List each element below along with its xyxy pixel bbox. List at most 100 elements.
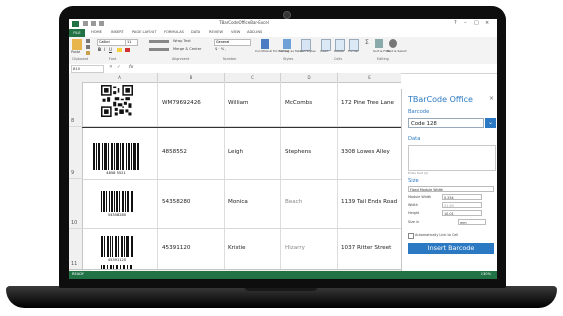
linear-barcode[interactable]: 45391120 [101, 236, 133, 262]
minimize-button[interactable]: – [464, 20, 467, 26]
cell-address[interactable]: 1139 Tail Ends Road [341, 199, 397, 205]
underline-icon[interactable]: U [109, 47, 112, 52]
pane-close-icon[interactable]: × [489, 95, 494, 102]
barcode-type-dropdown-icon[interactable]: ⌄ [485, 118, 496, 128]
barcode-data-input[interactable] [408, 145, 496, 171]
row-header[interactable]: 11 [69, 229, 83, 269]
redo-icon[interactable] [99, 21, 104, 26]
delete-cells-label: Delete [334, 49, 344, 53]
currency-icon[interactable]: $ · % , [215, 47, 226, 51]
insert-cells-label: Insert [320, 49, 329, 53]
cut-icon[interactable] [86, 39, 90, 43]
status-ready: READY [72, 272, 84, 276]
maximize-button[interactable]: □ [474, 20, 479, 26]
wrap-text-button[interactable]: Wrap Text [173, 39, 191, 43]
cell-last-name[interactable]: Hizarry [285, 245, 305, 251]
enter-icon[interactable]: ✓ [117, 65, 121, 70]
autosum-icon[interactable]: Σ [365, 39, 369, 46]
tab-add-ins[interactable]: ADD-INS [247, 30, 262, 34]
cell-address[interactable]: 1037 Ritter Street [341, 245, 391, 251]
linear-barcode[interactable]: 4858 5521 [93, 143, 139, 175]
font-name-select[interactable]: Calibri [97, 39, 126, 46]
tab-home[interactable]: HOME [91, 30, 102, 34]
data-hint: Enter text (2) [408, 171, 429, 175]
cell-code[interactable]: WM79692426 [162, 100, 201, 106]
group-clipboard-label: Clipboard [72, 57, 89, 61]
ribbon-tabs: FILE HOME INSERT PAGE LAYOUT FORMULAS DA… [69, 29, 497, 37]
cell-last-name[interactable]: McCombs [285, 100, 312, 106]
cell-first-name[interactable]: Kristie [228, 245, 246, 251]
italic-icon[interactable]: I [104, 47, 105, 52]
row-header[interactable]: 9 [69, 127, 83, 179]
pane-title: TBarCode Office [408, 95, 473, 104]
paste-icon[interactable] [72, 39, 82, 50]
cell-first-name[interactable]: Monica [228, 199, 248, 205]
height-input[interactable]: 10.01 [442, 210, 482, 216]
help-button[interactable]: ? [454, 20, 457, 26]
conditional-formatting-icon[interactable] [261, 39, 269, 49]
undo-icon[interactable] [91, 21, 96, 26]
close-button[interactable]: × [485, 20, 489, 26]
bold-icon[interactable]: B [98, 47, 101, 52]
align-left-icon[interactable] [149, 48, 169, 51]
tab-review[interactable]: REVIEW [209, 30, 223, 34]
width-input[interactable]: 21.59 [442, 202, 482, 208]
qr-code-barcode[interactable] [101, 85, 133, 117]
paste-label: Paste [71, 50, 81, 54]
size-mode-select[interactable]: Fixed Module Width [408, 186, 494, 192]
linear-barcode[interactable]: 54358280 [101, 191, 133, 217]
align-top-icon[interactable] [149, 40, 169, 43]
sort-filter-icon[interactable] [375, 39, 383, 48]
row-header[interactable]: 10 [69, 179, 83, 229]
tab-file[interactable]: FILE [69, 29, 85, 37]
link-to-cell-checkbox[interactable] [408, 233, 414, 239]
cell-last-name[interactable]: Beach [285, 199, 302, 205]
excel-logo-icon [72, 21, 79, 27]
cell-address[interactable]: 172 Pine Tree Lane [341, 100, 394, 106]
tab-formulas[interactable]: FORMULAS [164, 30, 184, 34]
insert-barcode-button[interactable]: Insert Barcode [408, 243, 494, 254]
format-as-table-icon[interactable] [283, 39, 291, 49]
font-color-icon[interactable] [125, 48, 130, 52]
zoom-level[interactable]: 130% [481, 272, 491, 276]
format-painter-icon[interactable] [86, 51, 90, 55]
copy-icon[interactable] [86, 45, 90, 49]
cell-first-name[interactable]: William [228, 100, 249, 106]
tab-page-layout[interactable]: PAGE LAYOUT [132, 30, 156, 34]
cell-code[interactable]: 45391120 [162, 245, 190, 251]
cell-last-name[interactable]: Stephens [285, 149, 311, 155]
cell-styles-label: Cell Styles [300, 49, 316, 53]
tab-view[interactable]: VIEW [231, 30, 240, 34]
cell-code[interactable]: 4858552 [162, 149, 187, 155]
tab-data[interactable]: DATA [191, 30, 200, 34]
cell-code[interactable]: 54358280 [162, 199, 190, 205]
cancel-icon[interactable]: ✕ [109, 65, 113, 70]
group-editing-label: Editing [377, 57, 389, 61]
width-label: Width [408, 203, 418, 207]
fill-color-icon[interactable] [117, 48, 122, 52]
row-header[interactable]: 8 [69, 82, 83, 127]
size-unit-select[interactable]: mm [458, 219, 486, 225]
find-select-icon[interactable] [389, 39, 397, 48]
module-width-label: Module Width [408, 195, 432, 199]
ribbon: Paste Calibri 11 B I U Wrap Text Merge &… [69, 37, 497, 65]
number-format-select[interactable]: General [214, 39, 251, 46]
link-to-cell-label: Automatically Link to Cell [415, 233, 459, 237]
cell-first-name[interactable]: Leigh [228, 149, 243, 155]
status-bar: READY 130% [69, 271, 497, 279]
barcode-type-select[interactable]: Code 128 [408, 118, 484, 128]
title-bar: TBarCodeOfficeBar-Excel ? – □ × [69, 19, 497, 29]
cell-address[interactable]: 3308 Lowes Alley [341, 149, 390, 155]
insert-function-button[interactable]: fx [129, 65, 133, 70]
merge-center-button[interactable]: Merge & Center [173, 47, 201, 51]
find-select-label: Find & Select [387, 49, 407, 53]
module-width-input[interactable]: 0.254 [442, 194, 482, 200]
barcode-text: 54358280 [101, 213, 133, 217]
font-size-select[interactable]: 11 [125, 39, 138, 46]
webcam [283, 11, 291, 19]
barcode-text: 45391120 [101, 258, 133, 262]
save-icon[interactable] [83, 21, 88, 26]
size-in-label: Size in [408, 220, 420, 224]
tab-insert[interactable]: INSERT [111, 30, 124, 34]
name-box[interactable]: B10 [71, 65, 104, 73]
